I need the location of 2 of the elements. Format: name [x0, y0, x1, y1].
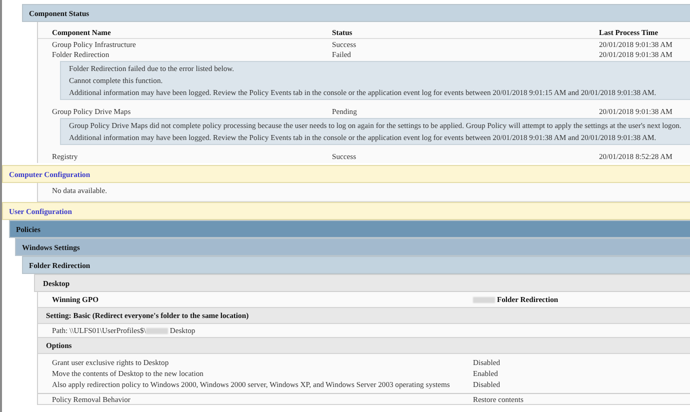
- redacted-block: [473, 296, 495, 302]
- redacted-block: [146, 328, 168, 334]
